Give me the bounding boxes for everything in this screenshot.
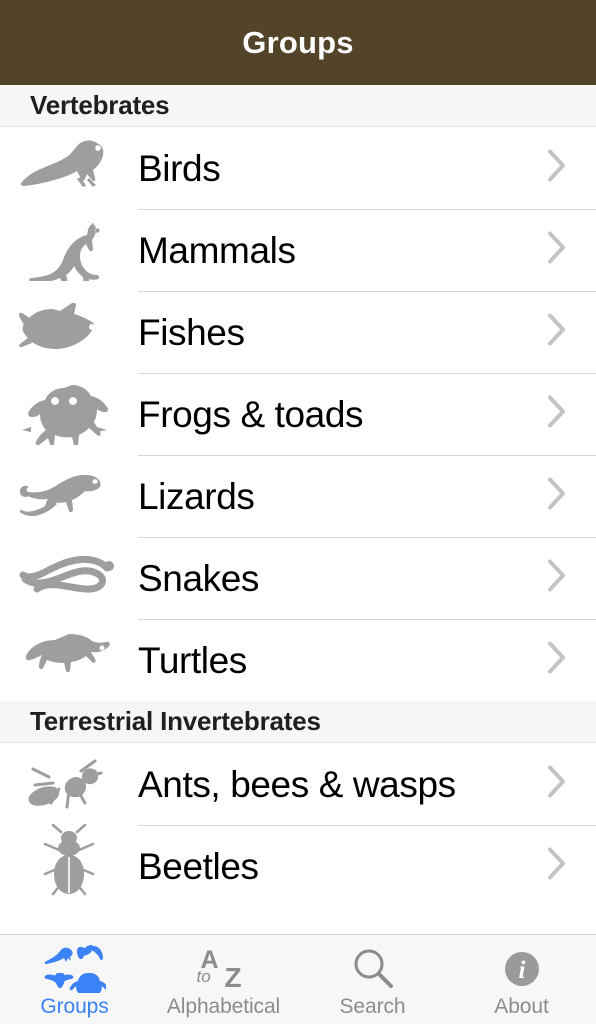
chevron-right-icon (546, 846, 568, 887)
tab-groups[interactable]: Groups (0, 935, 149, 1024)
chevron-right-icon (546, 148, 568, 189)
a-to-z-icon: Ato Z (193, 945, 255, 993)
ant-icon (0, 743, 138, 825)
tab-search[interactable]: Search (298, 935, 447, 1024)
list-item[interactable]: Birds (0, 127, 596, 209)
list-item[interactable]: Snakes (0, 537, 596, 619)
snake-icon (0, 537, 138, 619)
list-item[interactable]: Mammals (0, 209, 596, 291)
list-item-label: Beetles (138, 845, 259, 887)
list-item[interactable]: Turtles (0, 619, 596, 701)
list-item-label: Birds (138, 147, 221, 189)
chevron-right-icon (546, 230, 568, 271)
list-item-body: Lizards (138, 455, 596, 537)
fish-icon (0, 291, 138, 373)
navigation-bar: Groups (0, 0, 596, 85)
page-title: Groups (242, 24, 354, 60)
section-header-label: Vertebrates (30, 90, 170, 120)
turtle-icon (0, 619, 138, 701)
list-item-label: Lizards (138, 475, 255, 517)
chevron-right-icon (546, 476, 568, 517)
section-header-label: Terrestrial Invertebrates (30, 706, 321, 736)
list-item-label: Ants, bees & wasps (138, 763, 456, 805)
info-circle-icon: i (498, 945, 546, 993)
list-item-label: Snakes (138, 557, 260, 599)
frog-icon (0, 373, 138, 455)
list-item-label: Turtles (138, 639, 247, 681)
tab-alphabetical[interactable]: Ato Z Alphabetical (149, 935, 298, 1024)
section-header: Vertebrates (0, 85, 596, 127)
bird-icon (0, 127, 138, 209)
tab-label: Search (339, 994, 406, 1018)
list-item-body: Mammals (138, 209, 596, 291)
list-item[interactable]: Ants, bees & wasps (0, 743, 596, 825)
list-item-label: Fishes (138, 311, 245, 353)
list-item[interactable]: Fishes (0, 291, 596, 373)
app-screen: Groups Vertebrates Birds Mammals Fishes Frog… (0, 0, 596, 1024)
beetle-icon (0, 824, 138, 907)
list-item-body: Frogs & toads (138, 373, 596, 455)
list-item[interactable]: Beetles (0, 824, 596, 907)
chevron-right-icon (546, 764, 568, 805)
list-item-body: Turtles (138, 619, 596, 701)
chevron-right-icon (546, 394, 568, 435)
section-header: Terrestrial Invertebrates (0, 701, 596, 743)
list-item-body: Ants, bees & wasps (138, 743, 596, 825)
tab-label: Groups (40, 994, 109, 1018)
list-item-body: Birds (138, 127, 596, 209)
list-item[interactable]: Lizards (0, 455, 596, 537)
tab-label: Alphabetical (166, 994, 281, 1018)
chevron-right-icon (546, 640, 568, 681)
groups-list[interactable]: Vertebrates Birds Mammals Fishes Frogs & toa… (0, 85, 596, 934)
kangaroo-icon (0, 209, 138, 291)
search-icon (349, 945, 397, 993)
list-item-label: Frogs & toads (138, 393, 364, 435)
list-item-body: Snakes (138, 537, 596, 619)
tab-label: About (494, 994, 549, 1018)
bottom-tab-bar: Groups Ato Z Alphabetical Search i About (0, 934, 596, 1024)
list-item-body: Beetles (138, 825, 596, 907)
lizard-icon (0, 455, 138, 537)
animal-grid-icon (44, 944, 106, 993)
svg-text:i: i (518, 957, 525, 984)
list-item-body: Fishes (138, 291, 596, 373)
list-item[interactable]: Frogs & toads (0, 373, 596, 455)
list-item-label: Mammals (138, 229, 296, 271)
chevron-right-icon (546, 558, 568, 599)
a-to-z-icon: Ato Z (196, 945, 242, 993)
chevron-right-icon (546, 312, 568, 353)
tab-about[interactable]: i About (447, 935, 596, 1024)
